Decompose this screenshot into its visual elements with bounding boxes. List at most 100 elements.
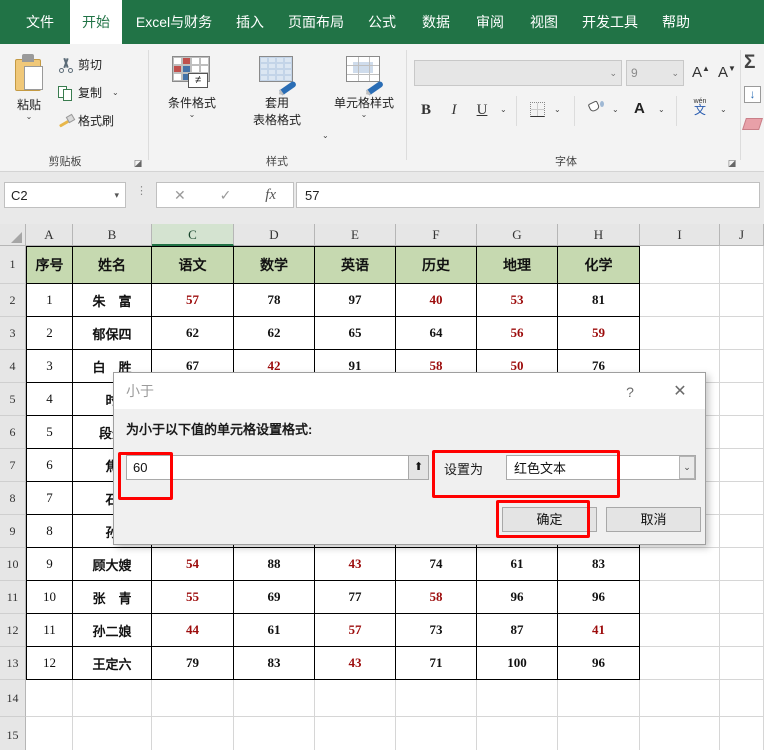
clipboard-dialog-launcher[interactable]: ◪ (132, 157, 144, 169)
cell-C3[interactable]: 62 (152, 317, 234, 350)
column-header-E[interactable]: E (315, 224, 396, 246)
cell-A5[interactable]: 4 (26, 383, 73, 416)
row-header-3[interactable]: 3 (0, 317, 26, 350)
cell-J13[interactable] (720, 647, 764, 680)
formula-input[interactable]: 57 (296, 182, 760, 208)
shrink-font-button[interactable]: A▼ (718, 64, 736, 81)
cell-F13[interactable]: 71 (396, 647, 477, 680)
ok-button[interactable]: 确定 (502, 507, 597, 532)
cell-I14[interactable] (640, 680, 720, 717)
cell-J14[interactable] (720, 680, 764, 717)
cell-F14[interactable] (396, 680, 477, 717)
format-painter-button[interactable]: 格式刷 (58, 112, 114, 129)
cell-C12[interactable]: 44 (152, 614, 234, 647)
header-cell-C1[interactable]: 语文 (152, 246, 234, 284)
column-header-J[interactable]: J (720, 224, 764, 246)
cell-A10[interactable]: 9 (26, 548, 73, 581)
header-cell-B1[interactable]: 姓名 (73, 246, 152, 284)
ribbon-tab-0[interactable]: 文件 (14, 0, 66, 44)
cell-G3[interactable]: 56 (477, 317, 558, 350)
cell-C14[interactable] (152, 680, 234, 717)
cell-I10[interactable] (640, 548, 720, 581)
cell-F3[interactable]: 64 (396, 317, 477, 350)
cell-E12[interactable]: 57 (315, 614, 396, 647)
ribbon-tab-1[interactable]: 开始 (70, 0, 122, 44)
row-header-14[interactable]: 14 (0, 680, 26, 717)
cell-J2[interactable] (720, 284, 764, 317)
cell-A3[interactable]: 2 (26, 317, 73, 350)
ribbon-tab-2[interactable]: Excel与财务 (128, 0, 220, 44)
cell-F12[interactable]: 73 (396, 614, 477, 647)
cell-H14[interactable] (558, 680, 640, 717)
cell-E2[interactable]: 97 (315, 284, 396, 317)
cell-D2[interactable]: 78 (234, 284, 315, 317)
conditional-formatting-chevron-icon[interactable]: ⌄ (156, 111, 228, 119)
collapse-range-button[interactable]: ⬆ (408, 455, 429, 480)
header-cell-D1[interactable]: 数学 (234, 246, 315, 284)
cell-A7[interactable]: 6 (26, 449, 73, 482)
cell-D12[interactable]: 61 (234, 614, 315, 647)
cell-J10[interactable] (720, 548, 764, 581)
cell-H15[interactable] (558, 717, 640, 750)
cell-A9[interactable]: 8 (26, 515, 73, 548)
row-header-10[interactable]: 10 (0, 548, 26, 581)
cell-E13[interactable]: 43 (315, 647, 396, 680)
cell-F11[interactable]: 58 (396, 581, 477, 614)
cell-E10[interactable]: 43 (315, 548, 396, 581)
cell-H3[interactable]: 59 (558, 317, 640, 350)
font-color-chevron-icon[interactable]: ⌄ (658, 106, 665, 114)
cell-G12[interactable]: 87 (477, 614, 558, 647)
cell-I3[interactable] (640, 317, 720, 350)
clear-button[interactable] (742, 118, 763, 130)
cell-C10[interactable]: 54 (152, 548, 234, 581)
copy-dropdown-chevron-icon[interactable]: ⌄ (112, 88, 119, 97)
cell-A2[interactable]: 1 (26, 284, 73, 317)
cell-B15[interactable] (73, 717, 152, 750)
cell-H13[interactable]: 96 (558, 647, 640, 680)
cell-H11[interactable]: 96 (558, 581, 640, 614)
row-header-12[interactable]: 12 (0, 614, 26, 647)
cut-button[interactable]: 剪切 (58, 56, 102, 73)
format-select[interactable]: 红色文本 (506, 455, 696, 480)
cell-A12[interactable]: 11 (26, 614, 73, 647)
cell-D15[interactable] (234, 717, 315, 750)
cell-J6[interactable] (720, 416, 764, 449)
cell-H12[interactable]: 41 (558, 614, 640, 647)
cell-E15[interactable] (315, 717, 396, 750)
cell-C15[interactable] (152, 717, 234, 750)
bold-button[interactable]: B (416, 100, 436, 120)
cell-J8[interactable] (720, 482, 764, 515)
cell-D11[interactable]: 69 (234, 581, 315, 614)
cell-I13[interactable] (640, 647, 720, 680)
cell-J5[interactable] (720, 383, 764, 416)
cell-I2[interactable] (640, 284, 720, 317)
cell-B13[interactable]: 王定六 (73, 647, 152, 680)
header-cell-E1[interactable]: 英语 (315, 246, 396, 284)
row-header-9[interactable]: 9 (0, 515, 26, 548)
font-name-input[interactable]: ⌄ (414, 60, 622, 86)
cell-E3[interactable]: 65 (315, 317, 396, 350)
cell-J7[interactable] (720, 449, 764, 482)
row-header-15[interactable]: 15 (0, 717, 26, 750)
cell-E14[interactable] (315, 680, 396, 717)
cell-G11[interactable]: 96 (477, 581, 558, 614)
ribbon-tab-5[interactable]: 公式 (358, 0, 406, 44)
cell-J3[interactable] (720, 317, 764, 350)
confirm-entry-icon[interactable]: ✓ (220, 187, 232, 204)
ribbon-tab-9[interactable]: 开发工具 (574, 0, 646, 44)
ribbon-tab-10[interactable]: 帮助 (652, 0, 700, 44)
cell-G10[interactable]: 61 (477, 548, 558, 581)
cell-styles-button[interactable]: 单元格样式 ⌄ (326, 56, 402, 119)
select-all-corner[interactable] (0, 224, 26, 246)
cell-J4[interactable] (720, 350, 764, 383)
row-header-7[interactable]: 7 (0, 449, 26, 482)
cell-A13[interactable]: 12 (26, 647, 73, 680)
cancel-button[interactable]: 取消 (606, 507, 701, 532)
cell-J11[interactable] (720, 581, 764, 614)
cell-C2[interactable]: 57 (152, 284, 234, 317)
cell-E11[interactable]: 77 (315, 581, 396, 614)
header-cell-A1[interactable]: 序号 (26, 246, 73, 284)
cancel-entry-icon[interactable]: ✕ (174, 187, 186, 204)
fill-color-button[interactable] (587, 100, 604, 116)
font-dialog-launcher[interactable]: ◪ (726, 157, 738, 169)
